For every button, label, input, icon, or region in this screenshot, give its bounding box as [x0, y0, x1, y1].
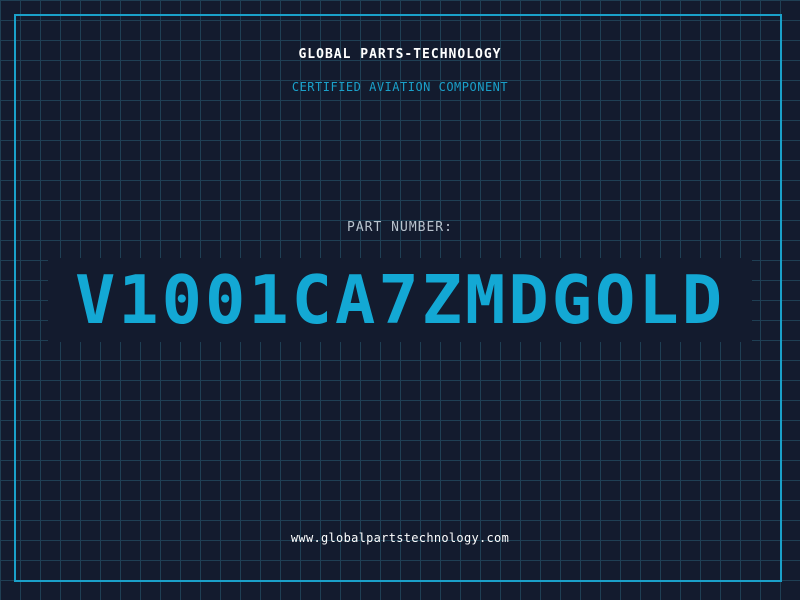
company-name: GLOBAL PARTS-TECHNOLOGY: [298, 47, 502, 62]
website-url[interactable]: www.globalpartstechnology.com: [0, 531, 800, 545]
certification-subtitle: CERTIFIED AVIATION COMPONENT: [291, 80, 509, 94]
part-number-value: V1001CA7ZMDGOLD: [74, 261, 726, 339]
part-number-label: PART NUMBER:: [347, 220, 453, 235]
